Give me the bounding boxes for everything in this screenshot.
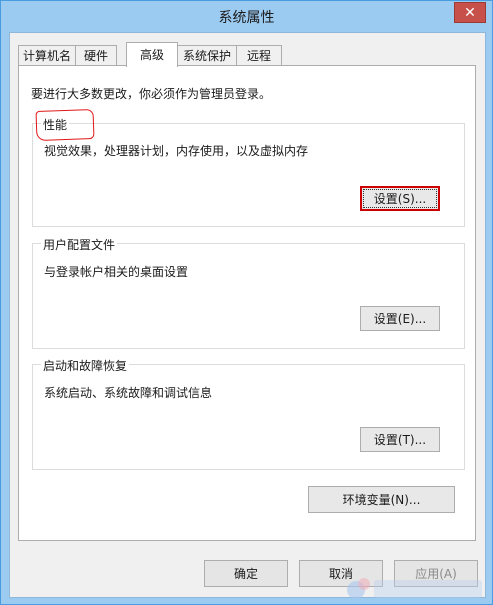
tab-advanced[interactable]: 高级 xyxy=(126,42,178,67)
user-profiles-group: 用户配置文件 与登录帐户相关的桌面设置 设置(E)... xyxy=(32,236,465,349)
user-profiles-description: 与登录帐户相关的桌面设置 xyxy=(44,265,189,279)
system-properties-window: 系统属性 ✕ 计算机名 硬件 高级 系统保护 远程 要进行大多数更改，你必须作为… xyxy=(0,0,493,605)
user-profiles-group-title: 用户配置文件 xyxy=(41,236,118,253)
tab-system-protection[interactable]: 系统保护 xyxy=(177,45,237,66)
apply-button[interactable]: 应用(A) xyxy=(394,560,478,587)
title-bar[interactable]: 系统属性 ✕ xyxy=(1,1,492,31)
close-icon: ✕ xyxy=(464,4,476,21)
performance-settings-button[interactable]: 设置(S)... xyxy=(360,186,440,211)
dialog-client: 计算机名 硬件 高级 系统保护 远程 要进行大多数更改，你必须作为管理员登录。 … xyxy=(9,32,486,598)
environment-variables-button[interactable]: 环境变量(N)... xyxy=(308,486,455,513)
tab-computer-name[interactable]: 计算机名 xyxy=(18,45,76,66)
startup-recovery-settings-button[interactable]: 设置(T)... xyxy=(360,427,440,452)
startup-recovery-group-title: 启动和故障恢复 xyxy=(41,357,130,374)
tab-remote[interactable]: 远程 xyxy=(236,45,282,66)
startup-recovery-description: 系统启动、系统故障和调试信息 xyxy=(44,386,213,400)
user-profiles-settings-button[interactable]: 设置(E)... xyxy=(360,306,440,331)
startup-recovery-group: 启动和故障恢复 系统启动、系统故障和调试信息 设置(T)... xyxy=(32,357,465,470)
close-button[interactable]: ✕ xyxy=(454,2,486,23)
ok-button[interactable]: 确定 xyxy=(204,560,288,587)
admin-notice: 要进行大多数更改，你必须作为管理员登录。 xyxy=(31,87,272,101)
cancel-button[interactable]: 取消 xyxy=(299,560,383,587)
window-title: 系统属性 xyxy=(218,10,275,26)
tab-hardware[interactable]: 硬件 xyxy=(75,45,117,66)
performance-description: 视觉效果，处理器计划，内存使用，以及虚拟内存 xyxy=(44,144,309,158)
performance-group-title: 性能 xyxy=(41,116,70,133)
performance-group: 性能 视觉效果，处理器计划，内存使用，以及虚拟内存 设置(S)... xyxy=(32,116,465,227)
